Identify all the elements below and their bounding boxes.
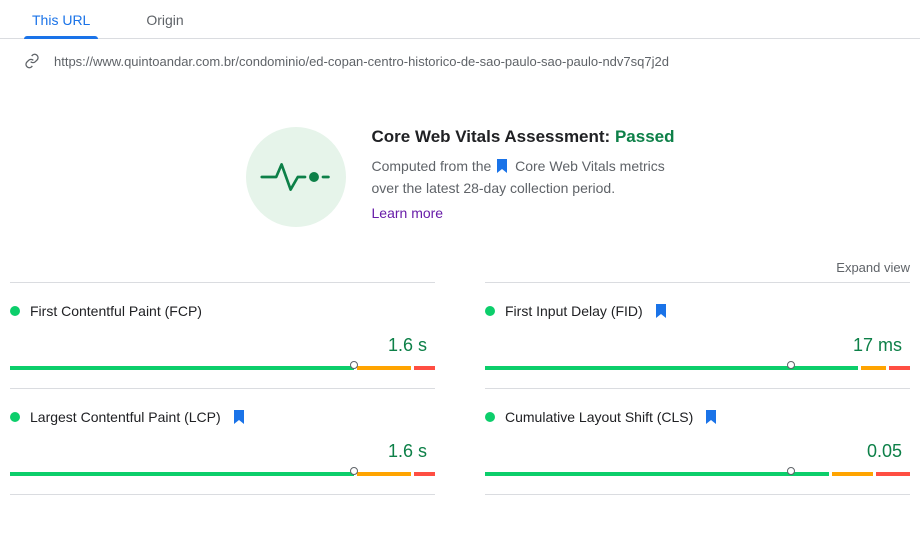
status-dot [10, 412, 20, 422]
assessment-description: Computed from the Core Web Vitals metric… [372, 155, 675, 199]
page-url: https://www.quintoandar.com.br/condomini… [54, 54, 669, 69]
bookmark-icon [655, 304, 667, 318]
metric-name: First Contentful Paint (FCP) [30, 303, 202, 319]
bar-medium [861, 366, 886, 370]
bookmark-icon [233, 410, 245, 424]
assessment-panel: Core Web Vitals Assessment: Passed Compu… [0, 83, 920, 255]
tab-origin[interactable]: Origin [138, 0, 191, 38]
bar-good [485, 472, 829, 476]
bookmark-icon [496, 159, 508, 173]
metric-fcp: First Contentful Paint (FCP) 1.6 s [10, 282, 435, 389]
bar-marker [350, 467, 358, 475]
bar-medium [357, 366, 411, 370]
metrics-grid: First Contentful Paint (FCP) 1.6 s First… [0, 283, 920, 495]
assessment-status: Passed [615, 127, 675, 146]
bar-good [10, 472, 354, 476]
tab-this-url[interactable]: This URL [24, 0, 98, 38]
metric-fid: First Input Delay (FID) 17 ms [485, 282, 910, 389]
bar-medium [832, 472, 874, 476]
bar-good [485, 366, 858, 370]
tabs-bar: This URL Origin [0, 0, 920, 39]
metric-bar [10, 362, 435, 374]
metric-value: 1.6 s [388, 441, 427, 462]
bookmark-icon [705, 410, 717, 424]
metric-cls: Cumulative Layout Shift (CLS) 0.05 [485, 388, 910, 495]
bar-marker [787, 361, 795, 369]
status-dot [485, 306, 495, 316]
metric-bar [485, 362, 910, 374]
bar-poor [889, 366, 910, 370]
metric-bar [485, 468, 910, 480]
assessment-title: Core Web Vitals Assessment: Passed [372, 127, 675, 147]
metric-bar [10, 468, 435, 480]
url-row: https://www.quintoandar.com.br/condomini… [0, 39, 920, 83]
bar-poor [414, 366, 435, 370]
expand-view-link[interactable]: Expand view [836, 260, 910, 275]
metric-lcp: Largest Contentful Paint (LCP) 1.6 s [10, 388, 435, 495]
metric-value: 17 ms [853, 335, 902, 356]
status-dot [10, 306, 20, 316]
link-icon [24, 53, 40, 69]
metric-value: 0.05 [867, 441, 902, 462]
metric-name: Cumulative Layout Shift (CLS) [505, 409, 693, 425]
bar-poor [414, 472, 435, 476]
bar-good [10, 366, 354, 370]
status-dot [485, 412, 495, 422]
metric-value: 1.6 s [388, 335, 427, 356]
bar-marker [350, 361, 358, 369]
learn-more-link[interactable]: Learn more [372, 205, 675, 221]
bar-medium [357, 472, 411, 476]
bar-marker [787, 467, 795, 475]
metric-name: Largest Contentful Paint (LCP) [30, 409, 221, 425]
metric-name: First Input Delay (FID) [505, 303, 643, 319]
pulse-icon-bg [246, 127, 346, 227]
pulse-icon [260, 159, 332, 195]
bar-poor [876, 472, 910, 476]
